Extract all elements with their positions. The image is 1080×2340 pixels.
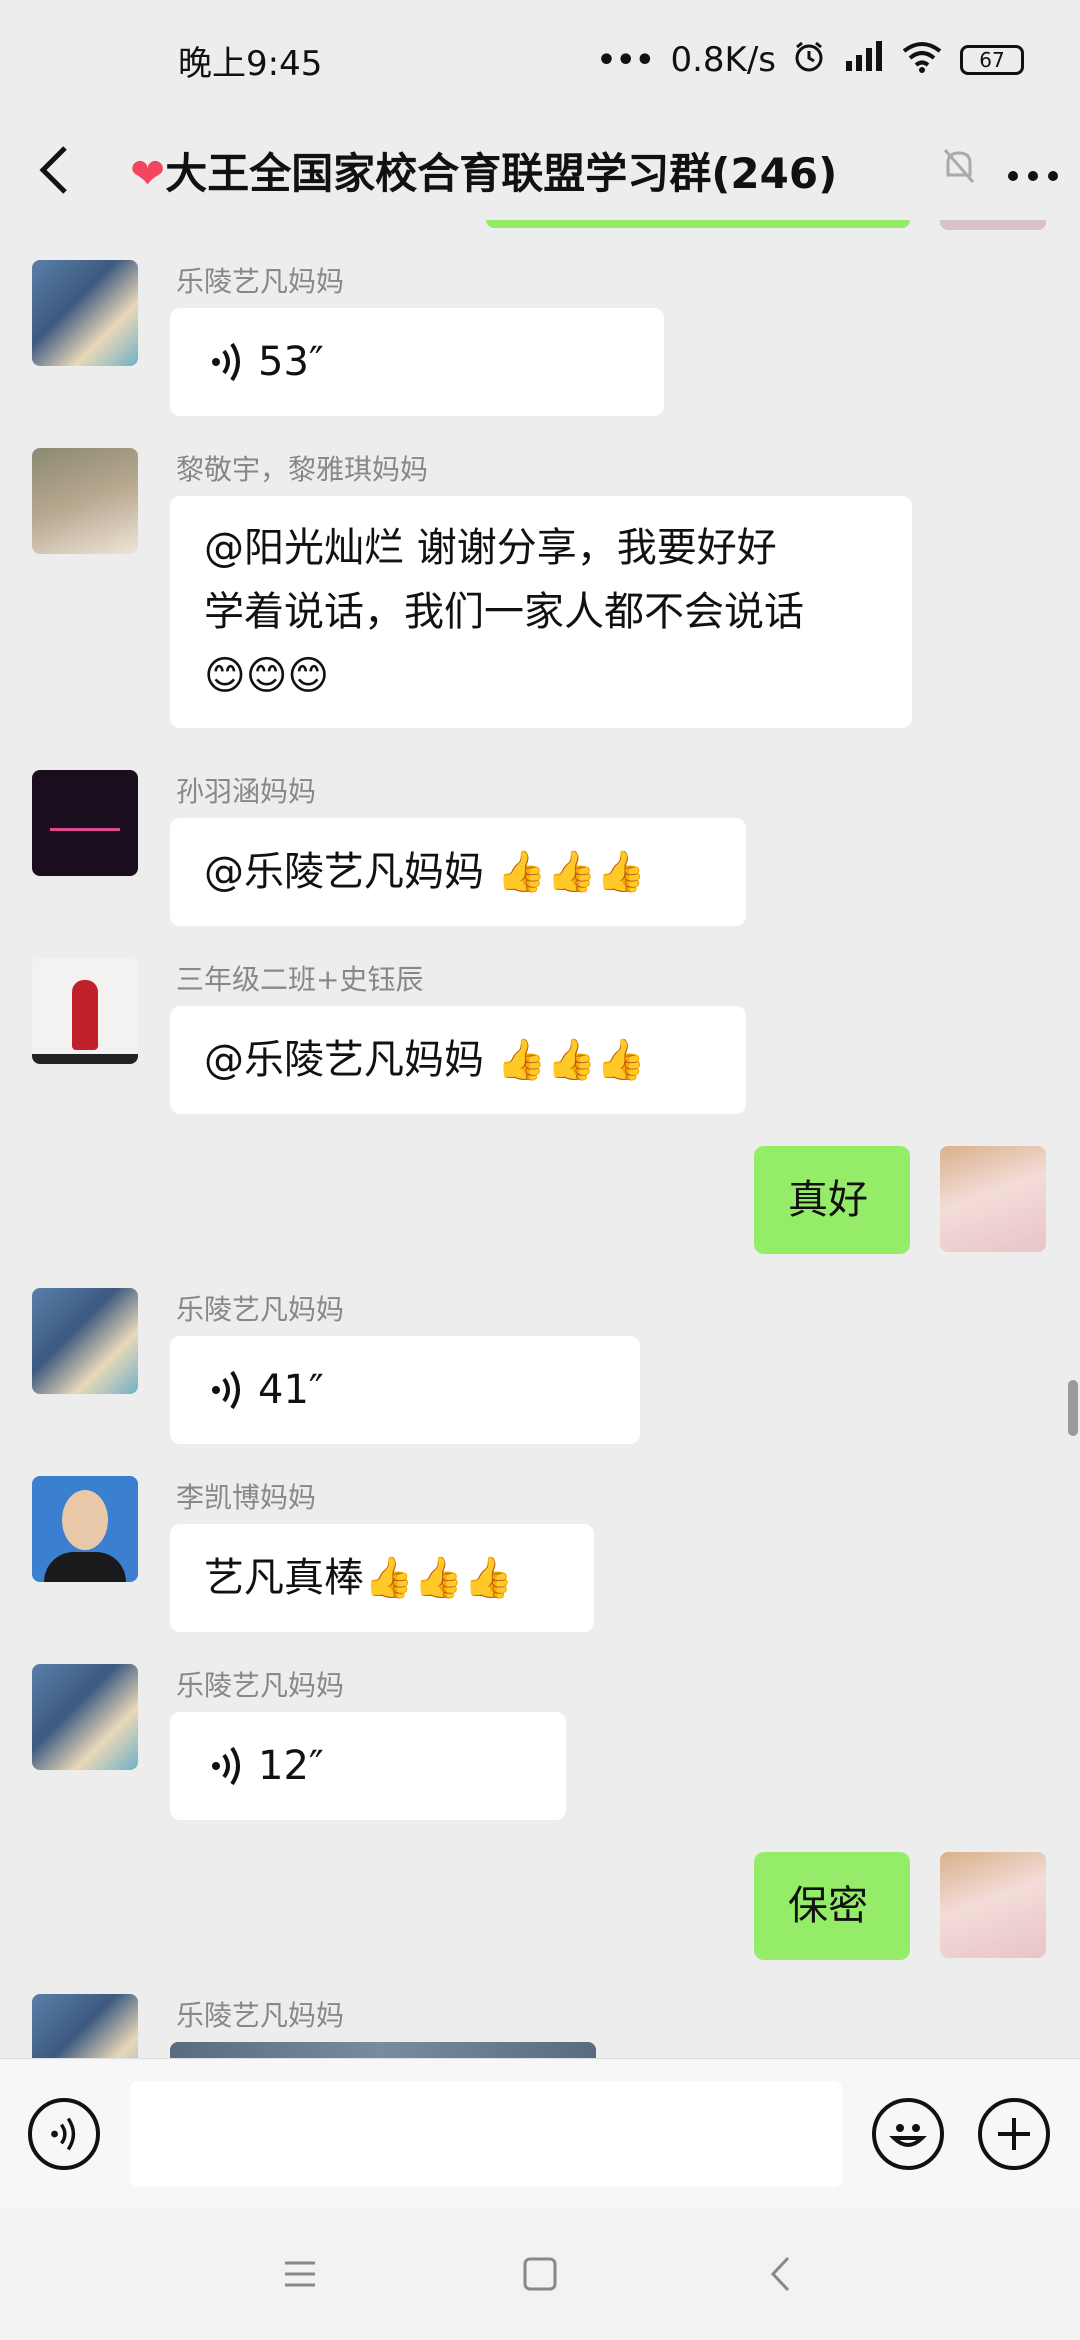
avatar-floor xyxy=(32,1054,138,1064)
back-arrow-icon xyxy=(770,2256,790,2292)
message-text: @乐陵艺凡妈妈 xyxy=(204,1037,497,1083)
more-icon xyxy=(1008,171,1058,181)
text-message[interactable]: @乐陵艺凡妈妈 👍👍👍 xyxy=(170,818,746,926)
chat-title-text: 大王全国家校合育联盟学习群(246) xyxy=(165,148,838,198)
mute-bell-icon xyxy=(942,147,976,194)
message-text: 艺凡真棒 xyxy=(204,1555,364,1601)
avatar[interactable] xyxy=(32,1664,138,1770)
more-options-button[interactable] xyxy=(1006,148,1060,192)
message-input[interactable] xyxy=(130,2081,842,2187)
sender-name: 乐陵艺凡妈妈 xyxy=(176,1293,345,1326)
partial-self-avatar xyxy=(940,220,1046,230)
more-dots-icon: ••• xyxy=(596,42,655,78)
signal-icon xyxy=(842,39,884,82)
avatar[interactable] xyxy=(32,260,138,366)
more-functions-button[interactable] xyxy=(978,2098,1050,2170)
home-square-icon xyxy=(523,2257,557,2291)
thumbs-up-emoji: 👍👍👍 xyxy=(364,1555,514,1601)
voice-message[interactable]: 12″ xyxy=(170,1712,566,1820)
chevron-left-icon xyxy=(39,146,67,194)
scrollbar[interactable] xyxy=(1068,1380,1078,1436)
avatar[interactable] xyxy=(32,1476,138,1582)
sender-name: 乐陵艺凡妈妈 xyxy=(176,265,345,298)
message-text: @乐陵艺凡妈妈 xyxy=(204,849,497,895)
smiley-icon xyxy=(889,2124,927,2147)
alarm-icon xyxy=(792,39,826,82)
voice-message[interactable]: 41″ xyxy=(170,1336,640,1444)
avatar[interactable] xyxy=(32,1994,138,2058)
voice-input-button[interactable] xyxy=(28,2098,100,2170)
wifi-icon xyxy=(900,39,944,82)
avatar[interactable] xyxy=(32,770,138,876)
partial-self-bubble xyxy=(486,220,910,228)
message-text: 保密 xyxy=(788,1883,868,1929)
menu-icon xyxy=(285,2261,315,2287)
avatar-neon-art xyxy=(50,788,120,831)
sender-name: 孙羽涵妈妈 xyxy=(176,775,317,808)
status-bar: 晚上9:45 ••• 0.8K/s 67 xyxy=(0,0,1080,120)
text-message-self[interactable]: 保密 xyxy=(754,1852,910,1960)
self-avatar[interactable] xyxy=(940,1852,1046,1958)
header-icons xyxy=(942,147,1060,194)
message-text: 真好 xyxy=(788,1177,868,1223)
voice-wave-icon xyxy=(51,2117,76,2151)
text-message[interactable]: @乐陵艺凡妈妈 👍👍👍 xyxy=(170,1006,746,1114)
text-message[interactable]: 艺凡真棒👍👍👍 xyxy=(170,1524,594,1632)
thumbs-up-emoji: 👍👍👍 xyxy=(496,1037,647,1083)
message-line: 😊😊😊 xyxy=(204,653,330,699)
heart-icon: ❤ xyxy=(130,148,166,198)
avatar-body xyxy=(44,1552,126,1582)
net-speed: 0.8K/s xyxy=(670,40,776,80)
sender-name: 乐陵艺凡妈妈 xyxy=(176,1999,345,2032)
sender-name: 李凯博妈妈 xyxy=(176,1481,317,1514)
voice-duration: 53″ xyxy=(258,339,324,385)
avatar[interactable] xyxy=(32,958,138,1064)
thumbs-up-emoji: 👍👍👍 xyxy=(496,849,647,895)
text-message-self[interactable]: 真好 xyxy=(754,1146,910,1254)
input-bar xyxy=(0,2058,1080,2208)
voice-wave-icon xyxy=(212,342,240,382)
emoji-button[interactable] xyxy=(872,2098,944,2170)
chat-title: ❤大王全国家校合育联盟学习群(246) xyxy=(90,140,942,201)
voice-wave-icon xyxy=(212,1370,240,1410)
chat-header: ❤大王全国家校合育联盟学习群(246) xyxy=(0,120,1080,220)
chat-area[interactable]: 乐陵艺凡妈妈 53″ 黎敬宇，黎雅琪妈妈 @阳光灿烂 谢谢分享，我要好好 学着说… xyxy=(0,220,1080,2058)
voice-wave-icon xyxy=(212,1746,240,1786)
status-time: 晚上9:45 xyxy=(178,43,323,84)
voice-message[interactable]: 53″ xyxy=(170,308,664,416)
sender-name: 乐陵艺凡妈妈 xyxy=(176,1669,345,1702)
plus-icon xyxy=(998,2118,1030,2150)
image-message[interactable] xyxy=(170,2042,596,2058)
avatar[interactable] xyxy=(32,448,138,554)
status-icons: ••• 0.8K/s 67 xyxy=(597,39,1024,82)
battery-icon: 67 xyxy=(960,45,1024,75)
system-back-button[interactable] xyxy=(760,2254,800,2294)
message-line: 学着说话，我们一家人都不会说话 xyxy=(204,589,804,635)
message-line: @阳光灿烂 谢谢分享，我要好好 xyxy=(204,525,777,571)
avatar-figure xyxy=(72,980,98,1050)
sender-name: 黎敬宇，黎雅琪妈妈 xyxy=(176,453,429,486)
menu-button[interactable] xyxy=(280,2254,320,2294)
home-button[interactable] xyxy=(520,2254,560,2294)
voice-duration: 12″ xyxy=(258,1743,324,1789)
voice-duration: 41″ xyxy=(258,1367,324,1413)
self-avatar[interactable] xyxy=(940,1146,1046,1252)
sender-name: 三年级二班+史钰辰 xyxy=(176,963,424,996)
avatar-face xyxy=(62,1490,108,1550)
back-button[interactable] xyxy=(20,135,90,205)
text-message[interactable]: @阳光灿烂 谢谢分享，我要好好 学着说话，我们一家人都不会说话 😊😊😊 xyxy=(170,496,912,728)
avatar[interactable] xyxy=(32,1288,138,1394)
system-nav-bar xyxy=(0,2208,1080,2340)
